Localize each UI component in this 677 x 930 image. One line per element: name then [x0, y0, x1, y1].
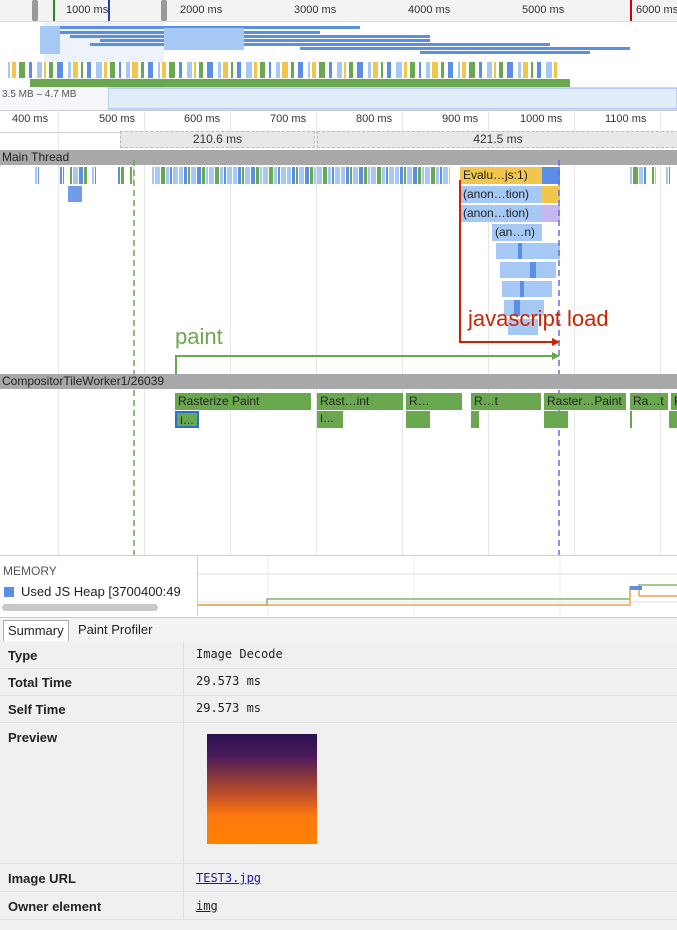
image-decode-task[interactable]	[544, 411, 568, 428]
main-ruler: 400 ms 500 ms 600 ms 700 ms 800 ms 900 m…	[0, 110, 677, 133]
details-panel: Type Image Decode Total Time 29.573 ms S…	[0, 642, 677, 930]
detail-key: Total Time	[8, 675, 72, 690]
detail-row-type: Type Image Decode	[0, 642, 677, 669]
tab-summary[interactable]: Summary	[3, 620, 69, 641]
legend-scrollbar[interactable]	[2, 604, 158, 611]
frame-box[interactable]: 210.6 ms	[120, 131, 315, 148]
raster-task[interactable]: Rasterize Paint	[175, 393, 311, 410]
detail-row-owner-element: Owner element img	[0, 892, 677, 920]
image-decode-task[interactable]: I…	[317, 411, 343, 428]
ruler-tick: 600 ms	[184, 113, 221, 125]
memory-graph	[198, 556, 677, 616]
image-decode-task[interactable]	[669, 411, 677, 428]
ruler-tick: 400 ms	[12, 113, 49, 125]
raster-task[interactable]: R	[671, 393, 677, 410]
ruler-tick: 700 ms	[270, 113, 307, 125]
memory-title: MEMORY	[3, 564, 57, 578]
image-url-link[interactable]: TEST3.jpg	[196, 871, 261, 885]
raster-task[interactable]: Raster…Paint	[544, 393, 626, 410]
timeline-overview[interactable]: 1000 ms 2000 ms 3000 ms 4000 ms 5000 ms …	[0, 0, 677, 110]
image-decode-task[interactable]	[406, 411, 430, 428]
tab-paint-profiler[interactable]: Paint Profiler	[74, 620, 156, 640]
ruler-tick: 500 ms	[99, 113, 136, 125]
overview-marker-red	[630, 0, 632, 21]
image-preview	[207, 734, 317, 844]
owner-element-link[interactable]: img	[196, 899, 218, 913]
overview-left-grip[interactable]	[32, 0, 38, 21]
image-decode-task[interactable]	[471, 411, 479, 428]
detail-value: 29.573 ms	[196, 701, 262, 715]
heap-legend-swatch[interactable]	[4, 587, 14, 597]
raster-task[interactable]: R…t	[471, 393, 541, 410]
ruler-tick: 1000 ms	[520, 113, 563, 125]
overview-tick: 5000 ms	[522, 4, 565, 16]
detail-value: 29.573 ms	[196, 674, 262, 688]
frames-row: 210.6 ms 421.5 ms	[0, 131, 677, 148]
detail-key: Image URL	[8, 871, 76, 886]
overview-tick: 6000 ms	[636, 4, 677, 16]
memory-panel: MEMORY Used JS Heap [3700400:49	[0, 555, 677, 618]
overview-memory-range: 3.5 MB – 4.7 MB	[2, 89, 77, 100]
detail-row-total-time: Total Time 29.573 ms	[0, 669, 677, 696]
compositor-header[interactable]: CompositorTileWorker1/26039	[0, 374, 677, 389]
ruler-tick: 900 ms	[442, 113, 479, 125]
ruler-tick: 1100 ms	[605, 113, 647, 125]
overview-tick: 2000 ms	[180, 4, 223, 16]
overview-marker-blue	[108, 0, 110, 21]
detail-row-image-url: Image URL TEST3.jpg	[0, 864, 677, 892]
raster-task[interactable]: Rast…int	[317, 393, 403, 410]
raster-task[interactable]: R…	[406, 393, 462, 410]
overview-tick: 4000 ms	[408, 4, 451, 16]
detail-row-self-time: Self Time 29.573 ms	[0, 696, 677, 723]
annotation-layer	[133, 160, 560, 555]
detail-value: Image Decode	[196, 647, 283, 661]
detail-key: Preview	[8, 730, 58, 745]
javascript-load-annotation: javascript load	[468, 306, 609, 331]
detail-key: Type	[8, 648, 38, 663]
overview-right-grip[interactable]	[161, 0, 167, 21]
detail-key: Self Time	[8, 702, 66, 717]
heap-legend-label[interactable]: Used JS Heap [3700400:49	[21, 584, 181, 599]
overview-graph	[0, 22, 677, 110]
memory-legend-pane: MEMORY Used JS Heap [3700400:49	[0, 556, 198, 616]
overview-tick: 1000 ms	[66, 4, 109, 16]
frame-box[interactable]: 421.5 ms	[317, 131, 677, 148]
raster-task[interactable]: Ra…t	[630, 393, 668, 410]
detail-key: Owner element	[8, 899, 102, 914]
overview-marker-green	[53, 0, 55, 21]
detail-row-preview: Preview	[0, 723, 677, 864]
ruler-tick: 800 ms	[356, 113, 393, 125]
details-tabs: Summary Paint Profiler	[0, 617, 677, 643]
overview-tick: 3000 ms	[294, 4, 337, 16]
image-decode-task[interactable]	[630, 411, 632, 428]
overview-ruler: 1000 ms 2000 ms 3000 ms 4000 ms 5000 ms …	[0, 0, 677, 22]
paint-annotation: paint	[175, 324, 223, 349]
image-decode-selected[interactable]: I…	[175, 411, 199, 428]
